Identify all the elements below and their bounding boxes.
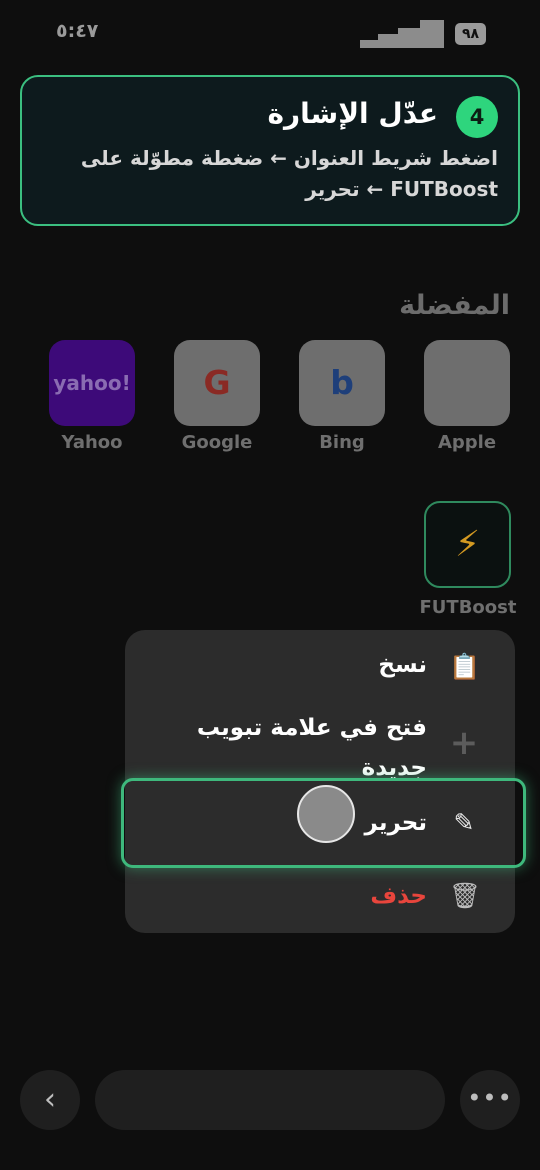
more-button[interactable]: ••• bbox=[460, 1070, 520, 1130]
futboost-bookmark-tile[interactable]: ⚡ bbox=[424, 501, 511, 588]
favorite-label-google: Google bbox=[181, 432, 253, 453]
touch-indicator bbox=[297, 785, 355, 843]
favorite-tile-apple[interactable] bbox=[424, 340, 510, 426]
favorite-label-bing: Bing bbox=[319, 432, 365, 453]
favorite-label-yahoo: Yahoo bbox=[61, 432, 123, 453]
menu-item-delete[interactable]: حذف 🗑 bbox=[125, 866, 515, 932]
menu-label-copy: نسخ bbox=[378, 652, 427, 678]
trash-icon: 🗑 bbox=[449, 881, 481, 910]
favorite-tile-google[interactable]: G bbox=[174, 340, 260, 426]
menu-item-open-new-tab[interactable]: فتح في علامة تبويب جديدة + bbox=[125, 705, 515, 785]
tip-body: اضغط شريط العنوان ← ضغطة مطوّلة على FUTB… bbox=[80, 146, 498, 201]
status-time: ٥:٤٧ bbox=[56, 20, 99, 42]
signal-icon bbox=[360, 20, 444, 48]
futboost-bookmark-label: FUTBoost bbox=[419, 597, 517, 618]
menu-item-copy[interactable]: نسخ 📋 bbox=[125, 630, 515, 705]
favorites-heading: المفضلة bbox=[399, 290, 510, 321]
back-button[interactable]: ‹ bbox=[20, 1070, 80, 1130]
battery-indicator: ٩٨ bbox=[455, 23, 486, 45]
plus-icon: + bbox=[449, 723, 479, 763]
lightning-icon: ⚡ bbox=[454, 524, 481, 565]
menu-label-open-new-tab: فتح في علامة تبويب جديدة bbox=[196, 715, 427, 781]
tip-title: عدّل الإشارة bbox=[267, 97, 439, 130]
step-badge: 4 bbox=[456, 96, 498, 138]
favorite-label-apple: Apple bbox=[437, 432, 497, 453]
ellipsis-icon: ••• bbox=[467, 1084, 513, 1112]
tutorial-card: 4 عدّل الإشارة اضغط شريط العنوان ← ضغطة … bbox=[20, 75, 520, 226]
clipboard-icon: 📋 bbox=[449, 652, 481, 681]
chevron-left-icon: ‹ bbox=[44, 1082, 56, 1117]
favorite-tile-bing[interactable]: b bbox=[299, 340, 385, 426]
favorite-tile-yahoo[interactable]: yahoo! bbox=[49, 340, 135, 426]
menu-label-delete: حذف bbox=[370, 883, 427, 909]
address-bar[interactable] bbox=[95, 1070, 445, 1130]
